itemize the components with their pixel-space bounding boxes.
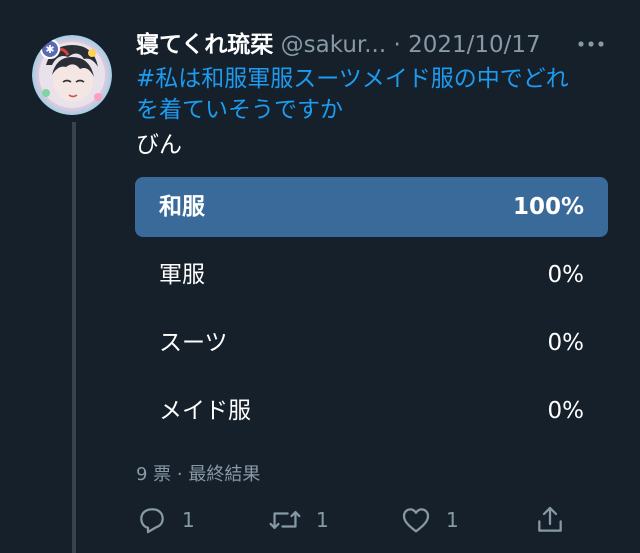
- thread-line: [72, 122, 76, 553]
- poll-option-percent: 0%: [547, 398, 585, 424]
- poll-option-2[interactable]: 軍服 0%: [135, 245, 608, 305]
- poll-option-percent: 100%: [512, 194, 584, 220]
- retweet-count: 1: [316, 508, 329, 532]
- poll-option-percent: 0%: [547, 330, 585, 356]
- share-button[interactable]: [534, 500, 566, 540]
- hashtag-line-2: を着ていそうですか: [136, 97, 343, 123]
- tweet-body-text: びん: [136, 132, 182, 158]
- retweet-button[interactable]: 1: [268, 500, 329, 540]
- like-count: 1: [446, 508, 459, 532]
- action-bar: 1 1 1: [136, 500, 576, 540]
- reply-count: 1: [182, 508, 195, 532]
- more-options-icon[interactable]: [576, 34, 606, 54]
- like-button[interactable]: 1: [400, 500, 459, 540]
- tweet-header: 寝てくれ琉栞 @sakur... · 2021/10/17: [136, 28, 576, 62]
- svg-text:✱: ✱: [45, 43, 54, 56]
- separator-dot: ·: [393, 32, 401, 58]
- tweet-date[interactable]: 2021/10/17: [408, 32, 541, 58]
- reply-icon: [136, 504, 168, 536]
- retweet-icon: [268, 504, 302, 536]
- hashtag-line-1: #私は和服軍服スーツメイド服の中でどれ: [136, 66, 569, 92]
- poll-option-label: 和服: [159, 194, 205, 220]
- tweet-text: #私は和服軍服スーツメイド服の中でどれ を着ていそうですか びん: [136, 64, 616, 161]
- display-name[interactable]: 寝てくれ琉栞: [136, 32, 273, 58]
- poll-meta: 9 票 · 最終結果: [136, 464, 261, 485]
- reply-button[interactable]: 1: [136, 500, 195, 540]
- heart-icon: [400, 504, 432, 536]
- poll-option-4[interactable]: メイド服 0%: [135, 381, 608, 441]
- poll-option-label: 軍服: [159, 262, 205, 288]
- share-icon: [534, 504, 566, 536]
- poll-option-label: スーツ: [159, 330, 228, 356]
- avatar[interactable]: ✱: [32, 35, 112, 115]
- poll-option-3[interactable]: スーツ 0%: [135, 313, 608, 373]
- poll-option-percent: 0%: [547, 262, 585, 288]
- user-handle[interactable]: @sakur...: [281, 32, 387, 58]
- hashtag-link[interactable]: #私は和服軍服スーツメイド服の中でどれ を着ていそうですか: [136, 64, 616, 126]
- poll-option-label: メイド服: [159, 398, 251, 424]
- poll-option-1[interactable]: 和服 100%: [135, 177, 608, 237]
